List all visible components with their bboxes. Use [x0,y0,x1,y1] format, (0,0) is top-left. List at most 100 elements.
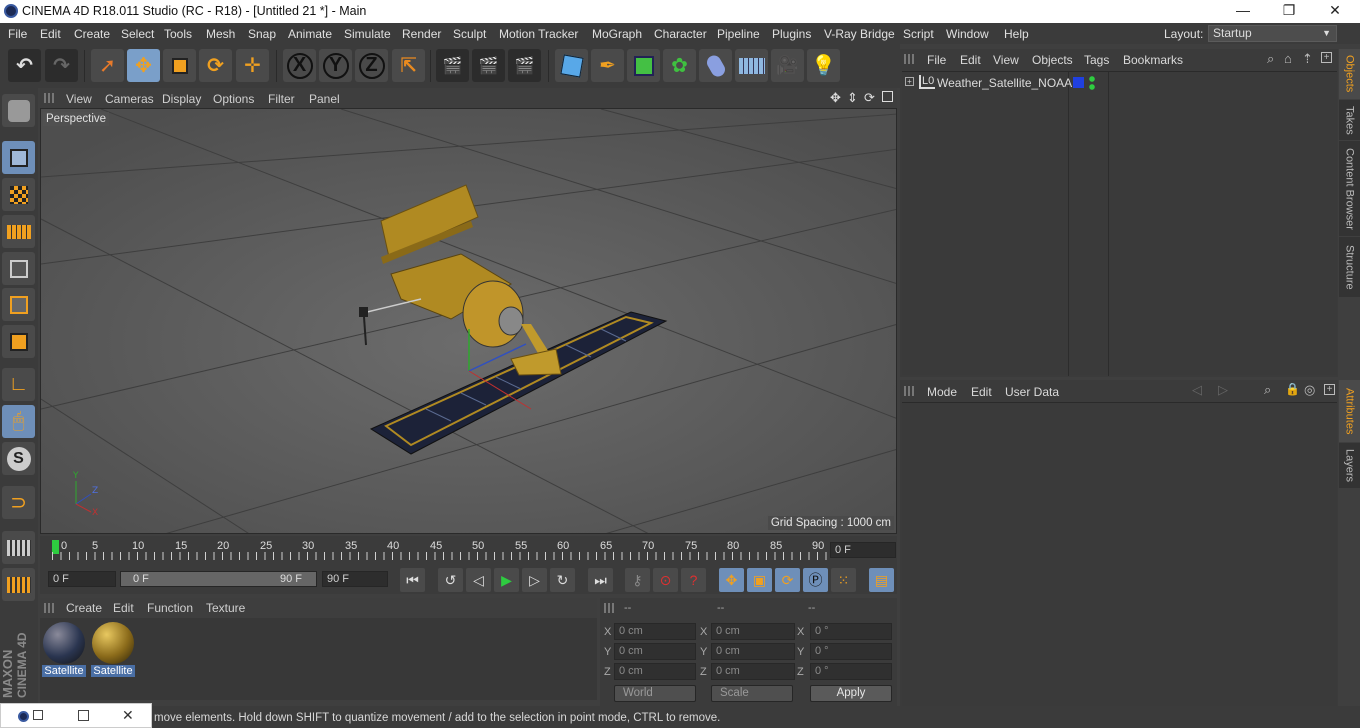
menu-simulate[interactable]: Simulate [344,27,391,41]
end-frame-field[interactable]: 90 F [322,571,388,587]
scale-tool-button[interactable] [163,49,196,82]
menu-edit[interactable]: Edit [40,27,61,41]
search-icon[interactable]: ⌕ [1267,51,1274,67]
render-picture-viewer-button[interactable]: 🎬 [472,49,505,82]
move-tool-button[interactable]: ✥ [127,49,160,82]
tab-objects[interactable]: Objects [1339,49,1360,99]
viewport-menu-display[interactable]: Display [162,92,201,106]
menu-vray-bridge[interactable]: V-Ray Bridge [824,27,895,41]
model-mode-button[interactable] [2,141,35,174]
tab-structure[interactable]: Structure [1339,237,1360,297]
current-frame-field[interactable]: 0 F [830,542,896,558]
objmgr-menu-edit[interactable]: Edit [960,53,981,67]
coord-scale-dropdown[interactable]: Scale [711,685,793,702]
apply-button[interactable]: Apply [810,685,892,702]
rotation-p-field[interactable]: 0 ° [810,643,892,660]
attr-menu-user-data[interactable]: User Data [1005,385,1059,399]
prev-frame-button[interactable]: ◁ [466,568,491,592]
viewport-menu-view[interactable]: View [66,92,92,106]
search-icon[interactable]: ⌕ [1264,382,1271,398]
goto-start-button[interactable]: ⏮ [400,568,425,592]
menu-create[interactable]: Create [74,27,110,41]
material-menu-function[interactable]: Function [147,601,193,615]
material-menu-texture[interactable]: Texture [206,601,245,615]
z-axis-button[interactable]: Z [355,49,388,82]
new-panel-icon[interactable]: + [1324,384,1335,395]
size-y-field[interactable]: 0 cm [711,643,795,660]
position-key-button[interactable]: ✥ [719,568,744,592]
timeline-ruler[interactable]: 0 5 10 15 20 25 30 35 40 45 50 55 60 65 … [40,536,897,566]
viewport-maximize-icon[interactable] [882,91,893,102]
rotation-h-field[interactable]: 0 ° [810,623,892,640]
lock-icon[interactable]: 🔒 [1285,382,1300,396]
viewport-menu-panel[interactable]: Panel [309,92,340,106]
attr-menu-mode[interactable]: Mode [927,385,957,399]
viewport-menu-cameras[interactable]: Cameras [105,92,154,106]
parameter-key-button[interactable]: Ⓟ [803,568,828,592]
back-arrow-icon[interactable]: ◁ [1192,382,1202,398]
points-mode-button[interactable] [2,252,35,285]
attr-menu-edit[interactable]: Edit [971,385,992,399]
texture-mode-button[interactable] [2,178,35,211]
objmgr-menu-file[interactable]: File [927,53,946,67]
start-frame-field[interactable]: 0 F [48,571,116,587]
next-key-button[interactable]: ↻ [550,568,575,592]
polygons-mode-button[interactable] [2,325,35,358]
prev-key-button[interactable]: ↺ [438,568,463,592]
keyframe-selection-button[interactable]: ? [681,568,706,592]
objmgr-menu-tags[interactable]: Tags [1084,53,1109,67]
expand-icon[interactable]: + [905,77,914,86]
y-axis-button[interactable]: Y [319,49,352,82]
maximize-button[interactable] [78,710,89,721]
cube-button[interactable] [555,49,588,82]
new-panel-icon[interactable]: + [1321,52,1332,63]
minimize-button[interactable]: — [1220,2,1266,22]
material-menu-create[interactable]: Create [66,601,102,615]
size-x-field[interactable]: 0 cm [711,623,795,640]
subdivision-button[interactable] [627,49,660,82]
menu-select[interactable]: Select [121,27,154,41]
position-y-field[interactable]: 0 cm [614,643,696,660]
solo-button[interactable]: S [2,442,35,475]
up-arrow-icon[interactable]: ⇡ [1302,51,1313,67]
light-button[interactable]: 💡 [807,49,840,82]
pen-spline-button[interactable]: ✒ [591,49,624,82]
menu-help[interactable]: Help [1004,27,1029,41]
menu-plugins[interactable]: Plugins [772,27,811,41]
undo-button[interactable]: ↶ [8,49,41,82]
tab-layers[interactable]: Layers [1339,443,1360,488]
position-z-field[interactable]: 0 cm [614,663,696,680]
layout-dropdown[interactable]: Startup ▼ [1208,25,1337,42]
layer-color-tag[interactable] [1073,77,1084,88]
render-settings-button[interactable]: 🎬 [508,49,541,82]
menu-mograph[interactable]: MoGraph [592,27,642,41]
perspective-viewport[interactable]: Y Z X Perspective Grid Spacing : 1000 cm [40,108,897,534]
target-icon[interactable]: ◎ [1304,382,1315,398]
camera-button[interactable]: 🎥 [771,49,804,82]
auto-key-button[interactable]: ⊙ [653,568,678,592]
objmgr-menu-view[interactable]: View [993,53,1019,67]
rotation-b-field[interactable]: 0 ° [810,663,892,680]
viewport-menu-filter[interactable]: Filter [268,92,295,106]
minimized-window-bar[interactable]: ✕ [0,703,152,728]
viewport-zoom-icon[interactable]: ⇕ [847,90,858,106]
make-editable-button[interactable] [2,94,35,127]
timeline-window-button[interactable]: ▤ [869,568,894,592]
render-view-button[interactable]: 🎬 [436,49,469,82]
menu-window[interactable]: Window [946,27,989,41]
tab-attributes[interactable]: Attributes [1339,380,1360,442]
next-frame-button[interactable]: ▷ [522,568,547,592]
deformer-button[interactable] [699,49,732,82]
viewport-menu-options[interactable]: Options [213,92,254,106]
tab-takes[interactable]: Takes [1339,100,1360,140]
viewport-move-icon[interactable]: ✥ [830,90,841,106]
tweak-mode-button[interactable]: 🖱 [2,405,35,438]
goto-end-button[interactable]: ⏭ [588,568,613,592]
menu-snap[interactable]: Snap [248,27,276,41]
snap-button[interactable]: ⊃ [2,486,35,519]
objmgr-menu-bookmarks[interactable]: Bookmarks [1123,53,1183,67]
coordinate-system-button[interactable]: ⇱ [392,49,425,82]
x-axis-button[interactable]: X [283,49,316,82]
position-x-field[interactable]: 0 cm [614,623,696,640]
menu-render[interactable]: Render [402,27,441,41]
